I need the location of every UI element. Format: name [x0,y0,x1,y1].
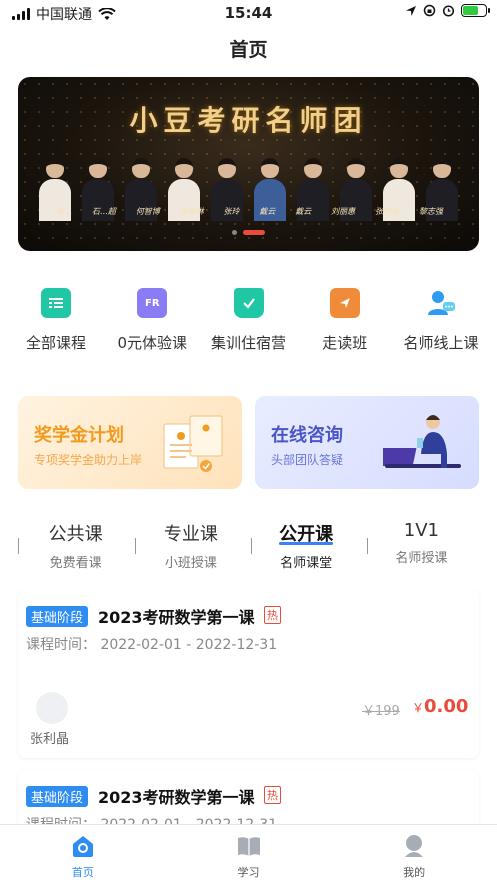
bottom-tab-profile[interactable]: 我的 [331,825,497,883]
bottom-tab-label: 我的 [403,866,426,879]
teacher-name: 张利晶 [30,732,70,747]
consultant-desk-illustration-icon [383,415,461,468]
quick-nav-free-trial[interactable]: FR 0元体验课 [104,288,200,353]
bottom-tab-label: 学习 [237,866,260,879]
battery-icon [461,4,490,17]
online-consult-promo-card[interactable]: 在线咨询 头部团队答疑 [255,396,479,489]
tab-open-course[interactable]: 公开课 名师课堂 [249,520,364,576]
quick-nav-label: 全部课程 [25,334,86,352]
course-category-tabs: 公共课 免费看课 专业课 小班授课 公开课 名师课堂 1V1 名师授课 [18,520,479,576]
tab-title: 公共课 [48,524,103,545]
stage-tag: 基础阶段 [26,606,89,627]
tab-title: 专业课 [163,524,218,545]
banner-title: 小豆考研名师团 [129,104,368,137]
current-price: ￥0.00 [412,696,468,717]
banner-page-indicator[interactable] [18,230,479,235]
course-card[interactable]: 基础阶段 2023考研数学第一课 热 课程时间： 2022-02-01 - 20… [18,770,479,830]
tab-subtitle: 免费看课 [49,556,102,571]
status-bar: 中国联通 15:44 [0,0,497,26]
teacher-name: 张… [56,207,72,216]
teacher-name: 黎志强 [418,207,443,216]
teacher-name: 张利晶 [375,207,399,216]
course-title: 2023考研数学第一课 [98,788,255,807]
user-chat-icon [426,288,456,318]
bottom-tab-study[interactable]: 学习 [166,825,332,883]
location-icon [406,5,416,16]
tab-major-course[interactable]: 专业课 小班授课 [133,520,248,576]
tab-subtitle: 小班授课 [164,556,217,571]
scholarship-promo-card[interactable]: 奖学金计划 专项奖学金助力上岸 [18,396,242,489]
promo-subtitle: 头部团队答疑 [271,453,344,467]
promo-subtitle: 专项奖学金助力上岸 [34,453,143,467]
page-title: 首页 [229,39,268,61]
price-currency: ￥ [412,701,425,715]
indicator-dot-active[interactable] [243,230,265,235]
send-notebook-icon [329,288,360,318]
teacher-banner[interactable]: 小豆考研名师团 张… 石…超 何智博 曲琳琳 张玲 戴云 戴云 刘丽惠 张利晶 … [18,77,479,251]
quick-nav-all-courses[interactable]: 全部课程 [8,288,104,353]
tab-one-on-one[interactable]: 1V1 名师授课 [364,520,479,576]
profile-icon [405,835,424,857]
quick-nav-label: 走读班 [322,334,368,352]
fr-badge: FR [144,297,160,309]
status-right [405,4,490,17]
original-price: ￥199 [362,704,400,719]
tab-subtitle: 名师课堂 [280,556,333,571]
teacher-name: 石…超 [91,207,116,216]
tab-active-indicator [279,542,334,545]
calendar-list-icon [41,288,71,318]
teacher-avatar [36,692,68,724]
quick-nav-day-class[interactable]: 走读班 [297,288,393,353]
teacher-name: 戴云 [259,207,276,216]
quick-nav-label: 名师线上课 [403,334,479,352]
shopping-bag-check-icon [233,288,264,318]
alarm-icon [442,5,455,17]
indicator-dot[interactable] [232,230,237,235]
quick-nav-label: 0元体验课 [117,334,188,352]
banner-teacher-names: 张… 石…超 何智博 曲琳琳 张玲 戴云 戴云 刘丽惠 张利晶 黎志强 [56,206,443,217]
tab-public-course[interactable]: 公共课 免费看课 [18,520,133,576]
course-title: 2023考研数学第一课 [98,608,255,627]
tab-title: 1V1 [403,520,439,541]
hot-badge: 热 [264,786,281,804]
stage-tag: 基础阶段 [26,786,89,807]
home-icon [72,836,93,857]
certificate-illustration-icon [163,415,223,472]
quick-nav-training-camp[interactable]: 集训住宿营 [201,288,297,353]
promo-title: 奖学金计划 [34,425,124,446]
bottom-tab-bar: 首页 学习 我的 [0,824,497,883]
course-card[interactable]: 基础阶段 2023考研数学第一课 热 课程时间： 2022-02-01 - 20… [18,590,479,758]
quick-nav-online-class[interactable]: 名师线上课 [393,288,489,353]
quick-nav-label: 集训住宿营 [210,334,286,352]
tab-subtitle: 名师授课 [395,551,448,566]
course-time: 课程时间： 2022-02-01 - 2022-12-31 [26,637,278,653]
teacher-name: 戴云 [295,207,312,216]
book-icon [237,837,260,856]
top-header: 首页 [0,26,497,74]
teacher-name: 曲琳琳 [179,207,204,216]
teacher-name: 何智博 [135,207,160,216]
orientation-lock-icon [423,4,436,17]
quick-nav: 全部课程 FR 0元体验课 集训住宿营 走读班 名师线上课 [8,288,489,353]
fr-document-icon: FR [137,288,168,318]
promo-title: 在线咨询 [271,425,343,446]
teacher-name: 刘丽惠 [331,207,356,216]
bottom-tab-label: 首页 [71,866,94,879]
teacher-name: 张玲 [223,207,240,216]
hot-badge: 热 [264,606,281,624]
bottom-tab-home[interactable]: 首页 [0,825,166,883]
price-value: 0.00 [424,696,469,717]
